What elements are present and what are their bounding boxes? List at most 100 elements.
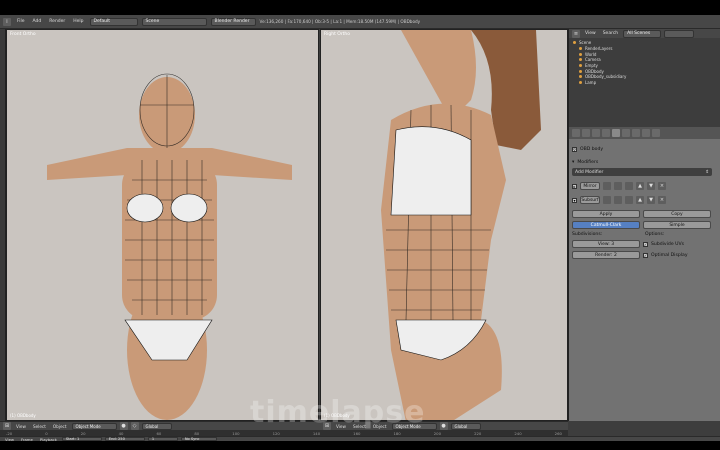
orientation-selector[interactable]: Global <box>450 422 481 430</box>
tick: 20 <box>80 430 86 436</box>
outliner-editor-icon[interactable]: ≡ <box>572 29 580 38</box>
tick: 0 <box>45 430 48 436</box>
texture-tab-icon[interactable] <box>642 129 650 137</box>
material-tab-icon[interactable] <box>632 129 640 137</box>
outliner-item-label: Camera <box>585 57 601 63</box>
tick: 100 <box>232 430 240 436</box>
catmull-clark-button[interactable]: Catmull-Clark <box>572 221 640 229</box>
catmull-clark-label: Catmull-Clark <box>590 222 622 228</box>
apply-button[interactable]: Apply <box>572 210 640 218</box>
menu-object[interactable]: Object <box>51 424 69 429</box>
mirror-name-field[interactable]: Mirror <box>580 182 600 190</box>
modifier-tab-icon[interactable] <box>612 129 620 137</box>
object-path: ⚲ OBD body <box>569 147 720 152</box>
outliner-item-label: World <box>585 51 597 57</box>
move-up-icon[interactable]: ▲ <box>636 182 644 190</box>
remove-icon[interactable]: × <box>658 182 666 190</box>
subsurf-label: Subsurf <box>581 197 599 203</box>
add-modifier-dropdown[interactable]: Add Modifier ⇕ <box>572 168 712 176</box>
move-down-icon[interactable]: ▼ <box>647 182 655 190</box>
start-frame-field[interactable]: Start: 1 <box>61 436 102 442</box>
collapse-icon[interactable]: ▾ <box>572 197 577 203</box>
view-levels-field[interactable]: View: 3 <box>572 240 640 248</box>
optimal-display-checkbox[interactable]: ✓ <box>643 252 648 258</box>
camera-visibility-icon[interactable] <box>603 196 611 204</box>
outliner-filter-selector[interactable]: All Scenes <box>623 29 662 38</box>
tick: 120 <box>272 430 280 436</box>
scene-tab-icon[interactable] <box>582 129 590 137</box>
edit-visibility-icon[interactable] <box>625 182 633 190</box>
tick: 260 <box>554 430 562 436</box>
scene-statistics: Ve:136,260 | Fa:170,640 | Ob:3-5 | La:1 … <box>259 19 421 24</box>
render-visibility-icon[interactable] <box>614 182 622 190</box>
object-tab-icon[interactable] <box>602 129 610 137</box>
mesh-icon <box>579 75 582 79</box>
timeline-menu-frame[interactable]: Frame <box>19 437 35 442</box>
timeline-header: View Frame Playback Start: 1 End: 250 1 … <box>0 436 720 442</box>
outliner-item-lamp[interactable]: Lamp <box>573 80 717 86</box>
mode-selector[interactable]: Object Mode <box>71 422 117 430</box>
properties-panel: ⚲ OBD body ▾ Modifiers Add Modifier ⇕ ▸ Mirr… <box>569 127 720 421</box>
subsurf-modifier-header: ▾ Subsurf ▲ ▼ × <box>569 196 720 204</box>
current-frame-field[interactable]: 1 <box>147 436 178 442</box>
render-engine-selector[interactable]: Blender Render <box>210 17 256 26</box>
remove-icon[interactable]: × <box>658 196 666 204</box>
lamp-icon <box>579 81 582 85</box>
outliner-item-label: Scene <box>579 40 592 46</box>
simple-label: Simple <box>669 222 685 228</box>
viewport-front[interactable]: Front Ortho (1) OBDbody <box>6 29 319 421</box>
outliner-header: ≡ View Search All Scenes <box>569 29 720 38</box>
end-frame-field[interactable]: End: 250 <box>104 436 145 442</box>
scene-value: Scene <box>145 19 160 24</box>
tick: 40 <box>118 430 124 436</box>
sync-selector[interactable]: No Sync <box>180 436 217 442</box>
menu-help[interactable]: Help <box>71 19 85 24</box>
view-levels-value: View: 3 <box>597 241 615 247</box>
shading-icon[interactable]: ● <box>119 422 128 430</box>
pin-icon[interactable]: ⚲ <box>572 147 577 152</box>
orientation-value: Global <box>145 423 159 429</box>
timeline-menu-view[interactable]: View <box>3 437 16 442</box>
menu-file[interactable]: File <box>15 19 27 24</box>
modifiers-section[interactable]: ▾ Modifiers <box>569 160 720 165</box>
layout-selector[interactable]: Default <box>89 17 138 26</box>
mesh-icon <box>579 69 582 73</box>
subsurf-name-field[interactable]: Subsurf <box>580 196 600 204</box>
menu-render[interactable]: Render <box>47 19 67 24</box>
world-tab-icon[interactable] <box>592 129 600 137</box>
orientation-selector[interactable]: Global <box>141 422 172 430</box>
expand-icon[interactable]: ▸ <box>572 183 577 189</box>
orientation-value: Global <box>454 423 468 429</box>
top-menu-bar: i File Add Render Help Default Scene Ble… <box>0 15 720 29</box>
copy-button[interactable]: Copy <box>643 210 711 218</box>
menu-add[interactable]: Add <box>31 19 44 24</box>
camera-icon <box>579 58 582 62</box>
data-tab-icon[interactable] <box>622 129 630 137</box>
outliner-menu-view[interactable]: View <box>583 31 598 36</box>
outliner-list: Scene RenderLayers World Camera Empty OB… <box>569 38 720 88</box>
outliner-search-input[interactable] <box>664 29 695 38</box>
move-down-icon[interactable]: ▼ <box>647 196 655 204</box>
shading-icon[interactable]: ● <box>439 422 448 430</box>
menu-select[interactable]: Select <box>31 424 48 429</box>
menu-view[interactable]: View <box>14 424 28 429</box>
camera-visibility-icon[interactable] <box>603 182 611 190</box>
simple-button[interactable]: Simple <box>643 221 711 229</box>
render-visibility-icon[interactable] <box>614 196 622 204</box>
subdivide-uvs-checkbox[interactable]: ✓ <box>643 241 648 247</box>
tick: -20 <box>6 430 13 436</box>
render-levels-value: Render: 2 <box>595 252 617 258</box>
timeline-menu-playback[interactable]: Playback <box>38 437 59 442</box>
render-levels-field[interactable]: Render: 2 <box>572 251 640 259</box>
viewport-right[interactable]: Right Ortho (1) OBDbody <box>320 29 568 421</box>
render-tab-icon[interactable] <box>572 129 580 137</box>
editor-type-icon[interactable]: ⊞ <box>3 422 11 430</box>
info-editor-icon[interactable]: i <box>3 17 11 26</box>
viewport-front-label: Front Ortho <box>10 32 36 37</box>
outliner-menu-search[interactable]: Search <box>601 31 620 36</box>
physics-tab-icon[interactable] <box>652 129 660 137</box>
scene-selector[interactable]: Scene <box>141 17 207 26</box>
move-up-icon[interactable]: ▲ <box>636 196 644 204</box>
pivot-icon[interactable]: ◇ <box>130 422 139 430</box>
edit-visibility-icon[interactable] <box>625 196 633 204</box>
